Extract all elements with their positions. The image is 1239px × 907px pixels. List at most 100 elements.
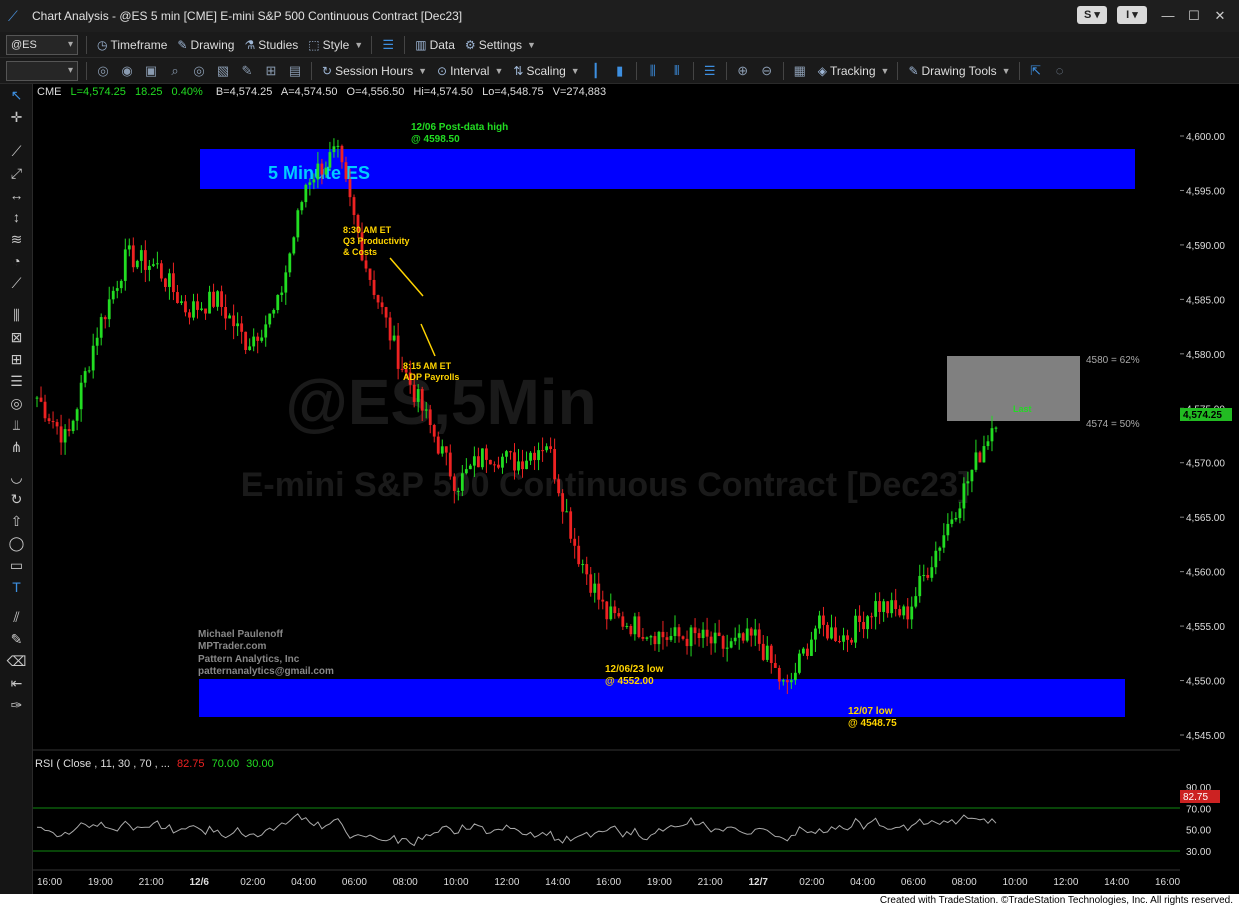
snap-icon[interactable]: ⇤ <box>0 672 33 694</box>
rotate-icon[interactable]: ↻ <box>0 488 33 510</box>
chevron-down-icon: ▼ <box>1001 65 1011 76</box>
drawing-tools-menu[interactable]: ✎ Drawing Tools ▼ <box>908 64 1010 78</box>
zoom-out-icon[interactable]: ⊖ <box>759 63 775 79</box>
circle-icon[interactable]: ◎ <box>191 63 207 79</box>
text-icon[interactable]: T <box>0 576 33 598</box>
arrow-icon[interactable]: ⇧ <box>0 510 33 532</box>
speed-line-icon[interactable]: ⟋ <box>0 272 33 294</box>
candle-body <box>958 508 962 518</box>
data-menu[interactable]: ▥ Data <box>415 38 455 52</box>
grid-icon[interactable]: ⊞ <box>0 348 33 370</box>
horizontal-line-icon[interactable]: ↔ <box>0 184 33 206</box>
ellipse-icon[interactable]: ◯ <box>0 532 33 554</box>
maximize-button[interactable]: ☐ <box>1183 6 1205 26</box>
zoom-in-icon[interactable]: ⊕ <box>735 63 751 79</box>
time-axis[interactable]: 16:00 19:00 21:00 12/6 02:00 04:00 06:00 08:00 1… <box>37 877 1180 888</box>
crosshair-icon[interactable]: ✛ <box>0 106 33 128</box>
pointer-icon[interactable]: ↖ <box>0 84 33 106</box>
channel-icon[interactable]: ≋ <box>0 228 33 250</box>
image-icon[interactable]: ▧ <box>215 63 231 79</box>
grid-icon[interactable]: ⊞ <box>263 63 279 79</box>
close-button[interactable]: ✕ <box>1209 6 1231 26</box>
find-icon[interactable]: ⌕ <box>167 63 183 79</box>
export-icon[interactable]: ⇱ <box>1028 63 1044 79</box>
bar-style-icon[interactable]: ┃ <box>588 63 604 79</box>
candle-body <box>914 596 918 607</box>
highlighter-icon[interactable]: ✎ <box>0 628 33 650</box>
price-chart[interactable]: @ES,5Min E-mini S&P 500 Continuous Contr… <box>33 84 1239 894</box>
edit-icon[interactable]: ✎ <box>239 63 255 79</box>
curve-icon[interactable]: ◡ <box>0 466 33 488</box>
symbol-link-i-button[interactable]: I ▾ <box>1117 6 1147 24</box>
candle-body <box>577 545 581 565</box>
fibonacci-icon[interactable]: ◔ <box>0 250 33 272</box>
candle-body <box>545 446 548 451</box>
style-menu[interactable]: ⬚ Style ▼ <box>308 38 363 52</box>
candle-body <box>168 273 171 287</box>
candle-body <box>898 609 902 616</box>
chart-area[interactable]: @ES,5Min E-mini S&P 500 Continuous Contr… <box>33 84 1239 894</box>
reload-icon[interactable]: ◉ <box>119 63 135 79</box>
gann-icon[interactable]: ⊠ <box>0 326 33 348</box>
slash-icon[interactable]: ⫽ <box>0 606 33 628</box>
candle-body <box>55 422 59 427</box>
candle-body <box>292 237 296 254</box>
author-line1: Michael Paulenoff <box>198 629 284 640</box>
candle-body <box>729 641 733 648</box>
window-small-icon[interactable]: ▤ <box>287 63 303 79</box>
divider <box>0 598 33 606</box>
tracking-menu[interactable]: ◈ Tracking ▼ <box>818 64 890 78</box>
candle-body <box>681 636 685 639</box>
ray-icon[interactable]: ⤢ <box>0 162 33 184</box>
arc-icon[interactable]: ⫫ <box>0 414 33 436</box>
candle-body <box>994 427 998 429</box>
pitchfork-icon[interactable]: ⋔ <box>0 436 33 458</box>
candle-body <box>485 448 488 460</box>
drawing-menu[interactable]: ✎ Drawing <box>177 38 234 52</box>
candle-body <box>220 291 223 307</box>
minimize-button[interactable]: — <box>1157 6 1179 26</box>
candle-style-icon[interactable]: ▮ <box>612 63 628 79</box>
candle-body <box>107 299 111 320</box>
candle-body <box>834 627 837 642</box>
refresh-icon[interactable]: ◎ <box>95 63 111 79</box>
spiral-icon[interactable]: ◎ <box>0 392 33 414</box>
low2-annotation-line1: 12/07 low <box>848 706 893 717</box>
zoom-bars-icon[interactable]: ⫼ <box>645 63 661 79</box>
candle-body <box>252 336 256 347</box>
layout-icon[interactable]: ☰ <box>380 37 396 53</box>
candle-body <box>838 641 841 643</box>
candle-body <box>392 335 396 341</box>
gear-icon: ⚙ <box>464 37 476 52</box>
chevron-down-icon: ▼ <box>880 65 890 76</box>
session-hours-menu[interactable]: ↻ Session Hours ▼ <box>322 64 427 78</box>
window-icon[interactable]: ▣ <box>143 63 159 79</box>
candle-body <box>95 337 99 346</box>
timeframe-menu[interactable]: ◷ Timeframe <box>97 38 167 52</box>
time-tick-label: 21:00 <box>698 877 723 888</box>
interval-menu[interactable]: ⊙ Interval ▼ <box>437 64 503 78</box>
chat-icon[interactable]: ◌ <box>1052 63 1068 78</box>
candle-body <box>368 268 372 280</box>
settings-menu[interactable]: ⚙ Settings ▼ <box>465 38 536 52</box>
candle-body <box>372 279 376 296</box>
vertical-line-icon[interactable]: ↕ <box>0 206 33 228</box>
grid-toggle-icon[interactable]: ▦ <box>792 63 808 79</box>
lines-icon[interactable]: ☰ <box>0 370 33 392</box>
magic-icon[interactable]: ✑ <box>0 694 33 716</box>
time-tick-label: 16:00 <box>1155 877 1180 888</box>
chart-combo[interactable] <box>6 60 78 81</box>
symbol-link-s-button[interactable]: S ▾ <box>1077 6 1107 24</box>
panel-icon[interactable]: ☰ <box>702 63 718 79</box>
scaling-menu[interactable]: ⇅ Scaling ▼ <box>513 64 579 78</box>
spacing-icon[interactable]: ⫴ <box>669 63 685 79</box>
candle-body <box>119 280 123 289</box>
candle-body <box>677 627 681 637</box>
candle-body <box>962 483 966 509</box>
studies-menu[interactable]: ⚗ Studies <box>244 38 298 52</box>
eraser-icon[interactable]: ⌫ <box>0 650 33 672</box>
bars-icon[interactable]: ⫼ <box>0 304 33 326</box>
trendline-icon[interactable]: ⟋ <box>0 140 33 162</box>
rectangle-icon[interactable]: ▭ <box>0 554 33 576</box>
symbol-input[interactable]: @ES <box>6 34 78 55</box>
